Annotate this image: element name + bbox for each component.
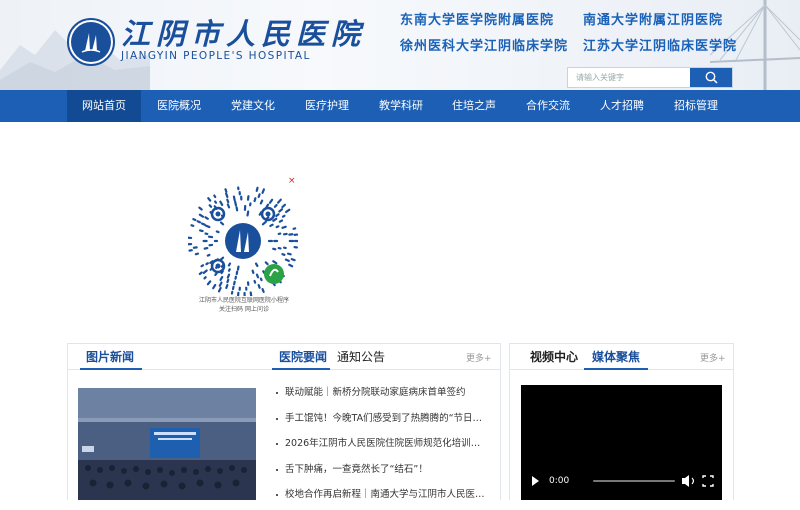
nav-item-recruitment[interactable]: 人才招聘	[585, 90, 659, 122]
logo-emblem-icon	[71, 22, 111, 62]
list-item[interactable]: 手工馄饨！今晚TA们感受到了热腾腾的“节日味道”	[272, 408, 488, 434]
main-nav: 网站首页 医院概况 党建文化 医疗护理 教学科研 住培之声 合作交流 人才招聘 …	[0, 90, 800, 122]
qr-close-button[interactable]: ×	[288, 176, 296, 186]
brand-name-en: JIANGYIN PEOPLE'S HOSPITAL	[121, 50, 311, 62]
list-item[interactable]: 校地合作再启新程｜南通大学与江阴市人民医院签约	[272, 484, 488, 510]
photo-news-image[interactable]	[78, 388, 256, 500]
list-item[interactable]: 舌下肿痛，一查竟然长了“结石”！	[272, 459, 488, 485]
play-icon	[532, 476, 539, 486]
conference-photo-icon	[78, 388, 256, 500]
photo-news-underline	[80, 368, 142, 370]
search-icon	[705, 71, 718, 84]
nav-item-home[interactable]: 网站首页	[67, 90, 141, 122]
search-input[interactable]	[568, 68, 692, 87]
qr-caption: 江阴市人民医院互联网医院小程序 关注扫码 网上问诊	[194, 296, 294, 314]
media-more-link[interactable]: 更多+	[700, 351, 726, 364]
media-panel-header: 视频中心 媒体聚焦 更多+	[510, 344, 733, 370]
nav-item-teaching-research[interactable]: 教学科研	[364, 90, 438, 122]
media-focus-underline	[584, 368, 648, 370]
news-panel-header: 图片新闻 医院要闻 通知公告 更多+	[68, 344, 500, 370]
news-more-link[interactable]: 更多+	[466, 351, 492, 364]
qr-caption-line-2: 关注扫码 网上问诊	[194, 305, 294, 314]
affiliation-1: 东南大学医学院附属医院	[400, 12, 554, 30]
video-controls: 0:00	[521, 472, 722, 490]
tab-media-focus[interactable]: 媒体聚焦	[592, 348, 640, 366]
tab-photo-news[interactable]: 图片新闻	[86, 348, 134, 366]
logo-sail-icon	[78, 29, 104, 55]
video-time: 0:00	[549, 474, 569, 488]
nav-item-residency[interactable]: 住培之声	[437, 90, 511, 122]
volume-icon	[682, 475, 689, 487]
hospital-news-underline	[272, 368, 330, 370]
affiliation-4: 江苏大学江阴临床医学院	[583, 38, 737, 56]
tab-notices[interactable]: 通知公告	[337, 348, 385, 366]
list-item[interactable]: 2026年江阴市人民医院住院医师规范化培训招录工作启动	[272, 433, 488, 459]
brand-name-cn: 江阴市人民医院	[121, 18, 366, 50]
nav-item-party-culture[interactable]: 党建文化	[216, 90, 290, 122]
nav-item-medical-nursing[interactable]: 医疗护理	[290, 90, 364, 122]
hospital-logo[interactable]	[67, 18, 115, 66]
search-button[interactable]	[690, 68, 732, 87]
nav-item-cooperation[interactable]: 合作交流	[511, 90, 585, 122]
fullscreen-icon	[703, 476, 713, 486]
qr-caption-line-1: 江阴市人民医院互联网医院小程序	[194, 296, 294, 305]
search-box	[567, 67, 733, 88]
list-item[interactable]: 联动赋能｜新桥分院联动家庭病床首单签约	[272, 382, 488, 408]
affiliation-2: 南通大学附属江阴医院	[583, 12, 723, 30]
nav-item-bidding[interactable]: 招标管理	[659, 90, 733, 122]
qr-code-icon	[188, 186, 298, 296]
news-list: 联动赋能｜新桥分院联动家庭病床首单签约 手工馄饨！今晚TA们感受到了热腾腾的“节…	[272, 382, 488, 510]
mini-program-qr-code[interactable]	[188, 186, 298, 296]
tab-hospital-news[interactable]: 医院要闻	[279, 348, 327, 366]
tab-video-center[interactable]: 视频中心	[530, 348, 578, 366]
affiliation-3: 徐州医科大学江阴临床学院	[400, 38, 568, 56]
nav-item-overview[interactable]: 医院概况	[142, 90, 216, 122]
